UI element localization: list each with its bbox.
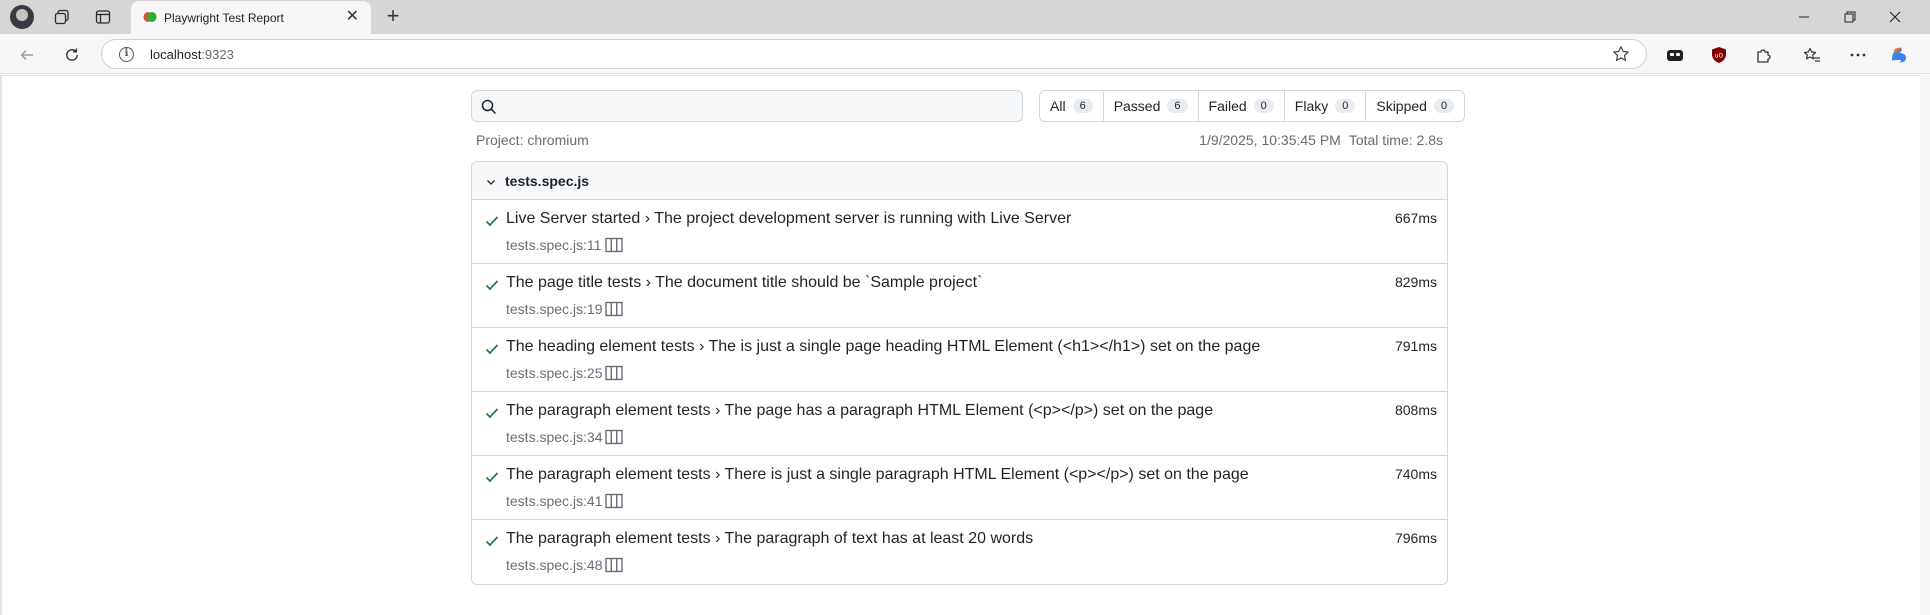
test-location: tests.spec.js:48 bbox=[506, 557, 603, 573]
chevron-down-icon bbox=[487, 180, 495, 185]
project-name: Project: chromium bbox=[476, 132, 589, 148]
test-duration: 796ms bbox=[1394, 530, 1437, 546]
tab-close-icon[interactable]: ✕ bbox=[346, 9, 359, 25]
tab-title: Playwright Test Report bbox=[164, 11, 284, 25]
test-title[interactable]: The paragraph element tests › There is j… bbox=[506, 466, 1249, 484]
passed-check-icon bbox=[485, 472, 499, 483]
favorite-star-icon[interactable] bbox=[1612, 45, 1630, 63]
side-panel-edge bbox=[1920, 75, 1930, 615]
extensions-puzzle-icon[interactable] bbox=[1753, 44, 1775, 66]
test-location: tests.spec.js:19 bbox=[506, 301, 603, 317]
filter-label: Passed bbox=[1113, 98, 1161, 114]
filter-count: 0 bbox=[1253, 99, 1274, 113]
url-host: localhost bbox=[150, 47, 202, 62]
suite-header[interactable]: tests.spec.js bbox=[472, 162, 1447, 200]
filter-count: 0 bbox=[1433, 99, 1455, 113]
refresh-icon[interactable] bbox=[61, 44, 83, 66]
tab-playwright-report[interactable]: Playwright Test Report ✕ bbox=[131, 1, 371, 34]
more-options-icon[interactable] bbox=[1847, 44, 1869, 66]
test-location: tests.spec.js:25 bbox=[506, 365, 603, 381]
browser-toolbar: i localhost:9323 uO bbox=[0, 34, 1930, 74]
filter-passed[interactable]: Passed 6 bbox=[1102, 91, 1198, 121]
test-duration: 667ms bbox=[1394, 210, 1437, 226]
passed-check-icon bbox=[485, 280, 499, 291]
report-meta: 1/9/2025, 10:35:45 PM Total time: 2.8s bbox=[1150, 132, 1443, 148]
site-info-icon[interactable]: i bbox=[119, 47, 134, 62]
test-row[interactable]: Live Server started › The project develo… bbox=[472, 200, 1447, 264]
restore-icon[interactable] bbox=[1840, 7, 1860, 27]
status-filter-bar: All 6 Passed 6 Failed 0 Flaky 0 Skipped 0 bbox=[1039, 90, 1466, 122]
test-file-suite: tests.spec.js Live Server started › The … bbox=[471, 161, 1448, 585]
trace-view-icon[interactable] bbox=[605, 237, 623, 253]
filter-label: Skipped bbox=[1376, 98, 1427, 114]
passed-check-icon bbox=[485, 536, 499, 547]
favorites-icon[interactable] bbox=[1801, 44, 1823, 66]
extension-icon[interactable] bbox=[1664, 44, 1686, 66]
suite-file-name: tests.spec.js bbox=[505, 173, 590, 189]
url-port: :9323 bbox=[201, 47, 234, 62]
test-location: tests.spec.js:34 bbox=[506, 429, 603, 445]
browser-tab-bar: Playwright Test Report ✕ + bbox=[0, 0, 1930, 34]
test-title[interactable]: The heading element tests › The is just … bbox=[506, 338, 1260, 356]
profile-avatar[interactable] bbox=[10, 5, 34, 29]
svg-text:uO: uO bbox=[1715, 53, 1724, 60]
close-window-icon[interactable] bbox=[1885, 7, 1905, 27]
filter-count: 6 bbox=[1167, 99, 1188, 113]
search-icon bbox=[481, 99, 497, 115]
filter-count: 0 bbox=[1335, 99, 1356, 113]
test-row[interactable]: The paragraph element tests › The page h… bbox=[472, 392, 1447, 456]
passed-check-icon bbox=[485, 408, 499, 419]
test-row[interactable]: The paragraph element tests › The paragr… bbox=[472, 520, 1447, 584]
test-duration: 829ms bbox=[1394, 274, 1437, 290]
test-search-input[interactable] bbox=[471, 90, 1023, 122]
test-duration: 740ms bbox=[1394, 466, 1437, 482]
ublock-shield-icon[interactable]: uO bbox=[1708, 44, 1730, 66]
test-location: tests.spec.js:41 bbox=[506, 493, 603, 509]
total-time: Total time: 2.8s bbox=[1348, 132, 1443, 148]
test-row[interactable]: The paragraph element tests › There is j… bbox=[472, 456, 1447, 520]
filter-label: Failed bbox=[1208, 98, 1247, 114]
report-timestamp: 1/9/2025, 10:35:45 PM bbox=[1199, 132, 1341, 148]
trace-view-icon[interactable] bbox=[605, 493, 623, 509]
passed-check-icon bbox=[485, 344, 499, 355]
url-text: localhost:9323 bbox=[150, 47, 234, 62]
test-title[interactable]: Live Server started › The project develo… bbox=[506, 210, 1071, 228]
filter-label: All bbox=[1050, 98, 1066, 114]
test-title[interactable]: The paragraph element tests › The page h… bbox=[506, 402, 1213, 420]
workspaces-icon[interactable] bbox=[51, 6, 73, 28]
trace-view-icon[interactable] bbox=[605, 365, 623, 381]
filter-skipped[interactable]: Skipped 0 bbox=[1365, 91, 1464, 121]
test-title[interactable]: The paragraph element tests › The paragr… bbox=[506, 530, 1033, 548]
address-bar[interactable]: i localhost:9323 bbox=[101, 39, 1647, 69]
copilot-icon[interactable] bbox=[1888, 44, 1910, 66]
test-title[interactable]: The page title tests › The document titl… bbox=[506, 274, 982, 292]
filter-flaky[interactable]: Flaky 0 bbox=[1283, 91, 1366, 121]
minimize-icon[interactable] bbox=[1794, 7, 1814, 27]
filter-label: Flaky bbox=[1294, 98, 1329, 114]
filter-failed[interactable]: Failed 0 bbox=[1197, 91, 1284, 121]
tab-actions-icon[interactable] bbox=[92, 6, 114, 28]
back-icon[interactable] bbox=[16, 44, 38, 66]
test-row[interactable]: The heading element tests › The is just … bbox=[472, 328, 1447, 392]
new-tab-button[interactable]: + bbox=[382, 5, 404, 28]
test-location: tests.spec.js:11 bbox=[506, 237, 602, 253]
trace-view-icon[interactable] bbox=[605, 557, 623, 573]
trace-view-icon[interactable] bbox=[605, 301, 623, 317]
passed-check-icon bbox=[485, 216, 499, 227]
test-duration: 791ms bbox=[1394, 338, 1437, 354]
test-row[interactable]: The page title tests › The document titl… bbox=[472, 264, 1447, 328]
trace-view-icon[interactable] bbox=[605, 429, 623, 445]
playwright-favicon-icon bbox=[143, 12, 157, 22]
filter-all[interactable]: All 6 bbox=[1040, 91, 1103, 121]
test-duration: 808ms bbox=[1394, 402, 1437, 418]
filter-count: 6 bbox=[1072, 99, 1093, 113]
